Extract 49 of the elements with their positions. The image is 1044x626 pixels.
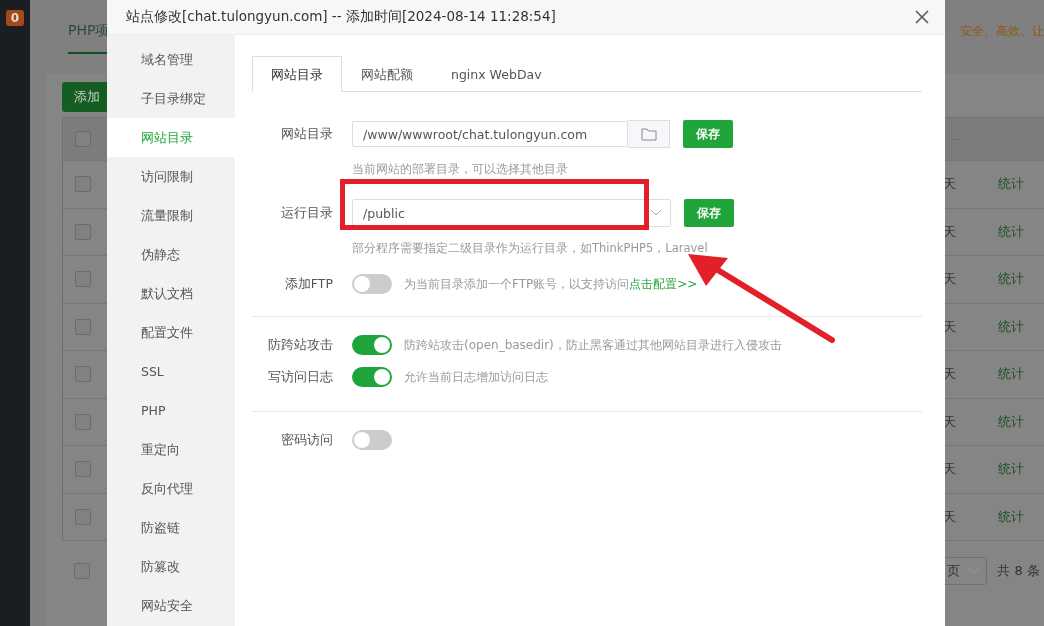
hint-text: 为当前目录添加一个FTP账号，以支持访问点击配置>> (404, 275, 698, 293)
tab[interactable]: 网站目录 (252, 56, 342, 92)
checkbox[interactable] (74, 563, 90, 579)
sidebar-item[interactable]: 防盗链 (107, 508, 235, 547)
tab[interactable]: nginx WebDav (432, 56, 561, 91)
checkbox[interactable] (75, 366, 91, 383)
sidebar-item[interactable]: 访问限制 (107, 157, 235, 196)
field-label: 密码访问 (280, 431, 334, 449)
hint-text: 允许当前日志增加访问日志 (404, 368, 548, 386)
checkbox[interactable] (75, 461, 91, 478)
sidebar-item[interactable]: 反向代理 (107, 469, 235, 508)
toggle-switch[interactable] (352, 367, 392, 387)
hint-text: 当前网站的部署目录，可以选择其他目录 (351, 162, 569, 177)
notification-badge: 0 (5, 10, 25, 26)
field-label: 网站目录 (280, 125, 334, 143)
close-icon[interactable] (915, 10, 929, 24)
sidebar-item[interactable]: 网站安全 (107, 586, 235, 625)
field-label: 运行目录 (280, 204, 334, 222)
notice-text: 安全、高效、让 (960, 22, 1044, 40)
path-input[interactable]: /www/wwwroot/chat.tulongyun.com (352, 121, 628, 147)
folder-icon (640, 127, 657, 141)
checkbox[interactable] (75, 318, 91, 335)
tab[interactable]: 网站配额 (342, 56, 432, 91)
hint-text: 防跨站攻击(open_basedir)，防止黑客通过其他网站目录进行入侵攻击 (404, 336, 782, 354)
checkbox[interactable] (75, 413, 91, 430)
checkbox[interactable] (75, 176, 91, 193)
toggle-switch[interactable] (352, 335, 392, 355)
hint-text: 部分程序需要指定二级目录作为运行目录，如ThinkPHP5，Laravel (351, 241, 709, 256)
dialog-title: 站点修改[chat.tulongyun.com] -- 添加时间[2024-08-14 11:28:54] (126, 8, 556, 26)
sidebar-item[interactable]: 重定向 (107, 430, 235, 469)
sidebar-item[interactable]: 防篡改 (107, 547, 235, 586)
sidebar-item[interactable]: 伪静态 (107, 235, 235, 274)
checkbox[interactable] (75, 223, 91, 240)
caret-icon (650, 209, 662, 217)
field-label: 防跨站攻击 (267, 336, 334, 354)
field-label: 添加FTP (283, 275, 334, 293)
total-count: 共 8 条 (997, 562, 1040, 580)
sidebar-item[interactable]: 配置文件 (107, 313, 235, 352)
checkbox[interactable] (75, 508, 91, 525)
toggle-switch[interactable] (352, 274, 392, 294)
sidebar-item[interactable]: PHP (107, 391, 235, 430)
field-label: 写访问日志 (267, 368, 334, 386)
folder-button[interactable] (628, 120, 670, 148)
checkbox[interactable] (75, 271, 91, 288)
toggle-switch[interactable] (352, 430, 392, 450)
sidebar-item[interactable]: 默认文档 (107, 274, 235, 313)
sidebar-item[interactable]: SSL (107, 352, 235, 391)
sidebar-item[interactable]: 域名管理 (107, 40, 235, 79)
sidebar-item[interactable]: 流量限制 (107, 196, 235, 235)
